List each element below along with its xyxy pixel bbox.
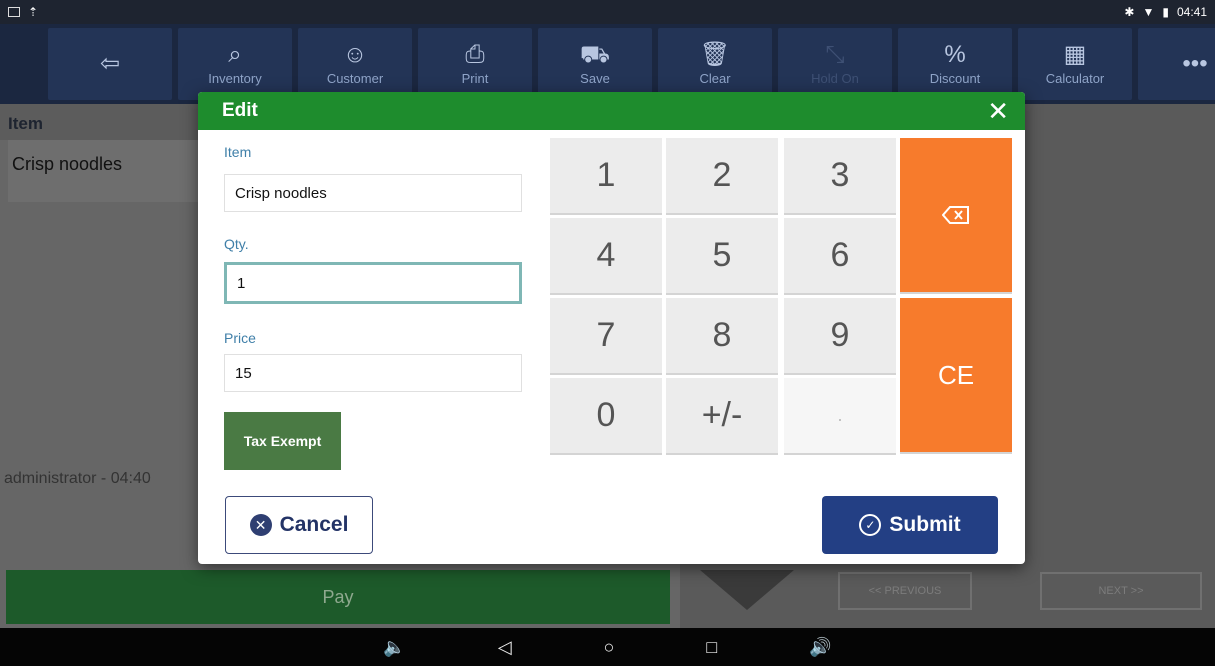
print-button[interactable]: ⎙ Print [418, 28, 532, 100]
cancel-button[interactable]: ✕ Cancel [225, 496, 373, 554]
tax-exempt-button[interactable]: Tax Exempt [224, 412, 341, 470]
image-icon [8, 7, 20, 17]
cancel-label: Cancel [279, 513, 349, 536]
backspace-icon [942, 206, 969, 224]
key-plus-minus[interactable]: +/- [666, 378, 778, 455]
discount-button[interactable]: % Discount [898, 28, 1012, 100]
pay-button[interactable]: Pay [6, 570, 670, 624]
calculator-icon: ▦ [1063, 40, 1087, 68]
calculator-label: Calculator [1045, 70, 1105, 86]
bluetooth-icon: ✱ [1124, 5, 1135, 19]
check-circle-icon: ✓ [859, 514, 882, 536]
admin-info: administrator - 04:40 [4, 470, 151, 487]
item-field[interactable]: Crisp noodles [224, 174, 522, 212]
volume-up-icon[interactable]: 🔊 [809, 637, 831, 658]
next-button[interactable]: NEXT >> [1040, 572, 1202, 610]
discount-label: Discount [929, 70, 981, 86]
person-icon: ☺ [342, 40, 368, 68]
dialog-title: Edit [222, 100, 258, 121]
ce-button[interactable]: CE [900, 298, 1012, 454]
cancel-circle-icon: ✕ [249, 514, 272, 536]
battery-icon: ▮ [1162, 5, 1169, 19]
printer-icon: ⎙ [465, 40, 485, 68]
key-3[interactable]: 3 [784, 138, 896, 215]
cart-icon: ⛟ [579, 40, 611, 68]
key-5[interactable]: 5 [666, 218, 778, 295]
qty-field[interactable]: 1 [224, 262, 522, 304]
submit-button[interactable]: ✓ Submit [822, 496, 998, 554]
save-button[interactable]: ⛟ Save [538, 28, 652, 100]
price-label: Price [224, 330, 256, 346]
search-icon: ⌕ [228, 40, 242, 68]
save-label: Save [580, 70, 610, 86]
print-label: Print [461, 70, 489, 86]
key-2[interactable]: 2 [666, 138, 778, 215]
price-field[interactable]: 15 [224, 354, 522, 392]
backspace-button[interactable] [900, 138, 1012, 294]
chevron-down-icon[interactable] [700, 570, 794, 610]
more-button[interactable]: ••• [1138, 28, 1215, 100]
previous-button[interactable]: << PREVIOUS [838, 572, 972, 610]
key-6[interactable]: 6 [784, 218, 896, 295]
inventory-label: Inventory [208, 70, 262, 86]
calculator-button[interactable]: ▦ Calculator [1018, 28, 1132, 100]
android-nav-bar: 🔈 ◁ ○ □ 🔊 [0, 628, 1215, 666]
customer-label: Customer [326, 70, 384, 86]
key-decimal[interactable]: . [784, 378, 896, 455]
dialog-header: Edit ✕ [198, 92, 1025, 130]
key-0[interactable]: 0 [550, 378, 662, 455]
back-button[interactable]: ⇦ [48, 28, 172, 100]
close-icon[interactable]: ✕ [987, 98, 1009, 124]
home-icon[interactable]: ○ [604, 637, 615, 658]
hold-on-label: Hold On [811, 70, 859, 86]
qty-label: Qty. [224, 236, 249, 252]
status-time: 04:41 [1176, 5, 1207, 19]
edit-dialog: Edit ✕ Item Crisp noodles Qty. 1 Price 1… [198, 92, 1025, 564]
trash-icon: 🗑 [699, 40, 731, 68]
key-8[interactable]: 8 [666, 298, 778, 375]
key-7[interactable]: 7 [550, 298, 662, 375]
recents-icon[interactable]: □ [706, 637, 717, 658]
inventory-button[interactable]: ⌕ Inventory [178, 28, 292, 100]
hold-on-button[interactable]: ⤡ Hold On [778, 28, 892, 100]
key-4[interactable]: 4 [550, 218, 662, 295]
key-1[interactable]: 1 [550, 138, 662, 215]
clear-label: Clear [699, 70, 731, 86]
volume-down-icon[interactable]: 🔈 [383, 637, 405, 658]
wifi-icon: ▼ [1142, 5, 1155, 19]
upload-icon: ⇡ [28, 5, 39, 19]
numeric-keypad: 1 2 3 4 5 6 7 8 9 CE 0 +/- . [550, 138, 1016, 456]
percent-icon: % [944, 40, 966, 68]
key-9[interactable]: 9 [784, 298, 896, 375]
customer-button[interactable]: ☺ Customer [298, 28, 412, 100]
item-label: Item [224, 144, 252, 160]
hold-icon: ⤡ [825, 40, 845, 68]
more-icon: ••• [1182, 50, 1208, 77]
submit-label: Submit [889, 513, 961, 536]
clear-button[interactable]: 🗑 Clear [658, 28, 772, 100]
status-bar: ⇡ ✱ ▼ ▮ 04:41 [0, 0, 1215, 24]
back-icon[interactable]: ◁ [498, 637, 512, 658]
back-arrow-icon: ⇦ [99, 50, 121, 77]
